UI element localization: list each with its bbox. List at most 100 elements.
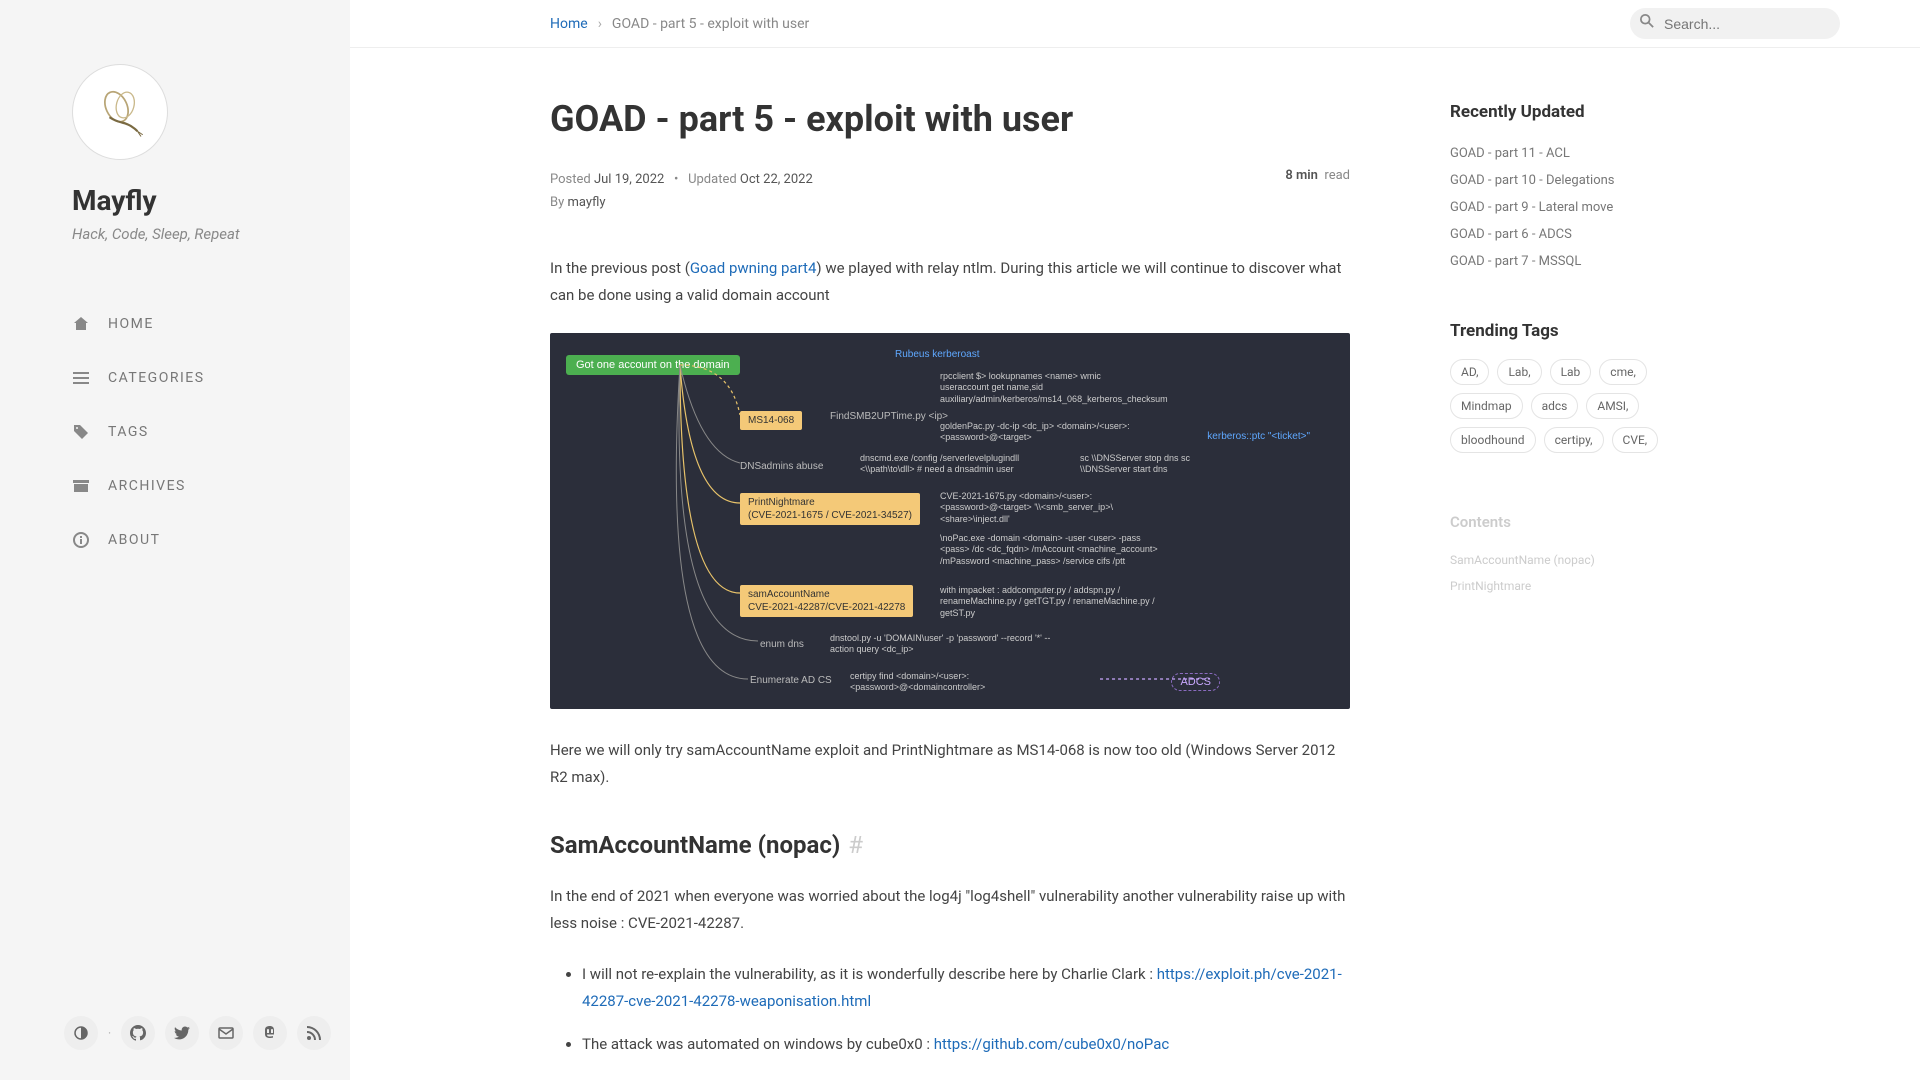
bullet-list: I will not re-explain the vulnerability,… [582, 961, 1350, 1080]
main-area: Home › GOAD - part 5 - exploit with user… [350, 0, 1920, 1080]
twitter-icon[interactable] [165, 1016, 199, 1050]
mm-adcs-tag: ADCS [1171, 673, 1220, 691]
site-title[interactable]: Mayfly [72, 184, 320, 217]
nav-categories[interactable]: CATEGORIES [72, 357, 320, 399]
goad-part4-link[interactable]: Goad pwning part4 [690, 259, 817, 277]
nav-label: CATEGORIES [108, 370, 205, 386]
read-unit: min [1296, 168, 1318, 183]
recent-link[interactable]: GOAD - part 6 - ADCS [1450, 221, 1710, 248]
mm-dnsadmins: DNSadmins abuse [740, 461, 823, 472]
tag-pill[interactable]: Lab, [1497, 359, 1541, 385]
updated-date: Oct 22, 2022 [740, 172, 813, 187]
mm-dnscmd: dnscmd.exe /config /serverlevelplugindll… [860, 453, 1050, 476]
list-item: The attack was automated on windows by c… [582, 1031, 1350, 1058]
page-title: GOAD - part 5 - exploit with user [550, 98, 1350, 140]
mindmap-figure: Got one account on the domain Rubeus ker… [550, 333, 1350, 709]
mm-node-printnightmare: PrintNightmare (CVE-2021-1675 / CVE-2021… [740, 493, 920, 525]
nav-home[interactable]: HOME [72, 303, 320, 345]
content-wrap: GOAD - part 5 - exploit with user Posted… [350, 48, 1920, 1080]
tag-pill[interactable]: certipy, [1544, 427, 1604, 453]
right-column: Recently Updated GOAD - part 11 - ACL GO… [1450, 98, 1710, 1080]
mastodon-icon[interactable] [253, 1016, 287, 1050]
mayfly-logo-icon [92, 84, 148, 140]
read-num: 8 [1285, 168, 1292, 183]
intro-paragraph: In the previous post (Goad pwning part4)… [550, 255, 1350, 309]
info-icon [72, 531, 90, 549]
search-box[interactable] [1630, 8, 1840, 39]
avatar[interactable] [72, 64, 168, 160]
updated-label: Updated [688, 172, 737, 187]
contents-heading: Contents [1450, 513, 1710, 531]
nopac-github-link[interactable]: https://github.com/cube0x0/noPac [934, 1035, 1169, 1053]
breadcrumb-separator: › [598, 16, 602, 32]
tag-icon [72, 423, 90, 441]
recent-link[interactable]: GOAD - part 10 - Delegations [1450, 167, 1710, 194]
mm-golden-cmd: goldenPac.py -dc-ip <dc_ip> <domain>/<us… [940, 421, 1150, 444]
trending-tags: AD, Lab, Lab cme, Mindmap adcs AMSI, blo… [1450, 359, 1710, 453]
article-meta: Posted Jul 19, 2022 • Updated Oct 22, 20… [550, 168, 1350, 215]
tag-pill[interactable]: cme, [1599, 359, 1647, 385]
tag-pill[interactable]: Lab [1550, 359, 1592, 385]
intro-before: In the previous post ( [550, 259, 690, 277]
list-item: And on linux by shutdown : https://www.t… [582, 1074, 1350, 1080]
archive-icon [72, 477, 90, 495]
mm-rubeus: Rubeus kerberoast [895, 349, 980, 360]
author-name: mayfly [568, 195, 606, 210]
topbar: Home › GOAD - part 5 - exploit with user [350, 0, 1920, 48]
mm-dnsstop: sc \\DNSServer stop dns sc \\DNSServer s… [1080, 453, 1220, 476]
mm-enumdns: enum dns [760, 639, 804, 650]
nav-label: HOME [108, 316, 154, 332]
nav-about[interactable]: ABOUT [72, 519, 320, 561]
recent-link[interactable]: GOAD - part 7 - MSSQL [1450, 248, 1710, 275]
nav-list: HOME CATEGORIES TAGS ARCHIVES ABOUT [72, 303, 320, 573]
toc-item[interactable]: SamAccountName (nopac) [1450, 547, 1710, 573]
mm-cve1675-cmd: CVE-2021-1675.py <domain>/<user>:<passwo… [940, 491, 1160, 526]
rss-icon[interactable] [297, 1016, 331, 1050]
nav-label: ABOUT [108, 532, 160, 548]
nav-tags[interactable]: TAGS [72, 411, 320, 453]
anchor-icon[interactable]: # [848, 831, 863, 859]
posted-label: Posted [550, 172, 591, 187]
section-heading-text: SamAccountName (nopac) [550, 831, 840, 859]
recently-updated-list: GOAD - part 11 - ACL GOAD - part 10 - De… [1450, 140, 1710, 275]
section1-para: In the end of 2021 when everyone was wor… [550, 883, 1350, 937]
mm-findsmb: FindSMB2UPTime.py <ip> [830, 411, 948, 422]
nav-archives[interactable]: ARCHIVES [72, 465, 320, 507]
tag-pill[interactable]: Mindmap [1450, 393, 1523, 419]
sidebar-footer: · [64, 1016, 331, 1050]
read-suffix: read [1324, 168, 1350, 183]
mm-node-samaccountname: samAccountName CVE-2021-42287/CVE-2021-4… [740, 585, 913, 617]
mm-certipy-cmd: certipy find <domain>/<user>:<password>@… [850, 671, 1080, 694]
by-label: By [550, 195, 564, 210]
footer-separator: · [108, 1026, 111, 1040]
tag-pill[interactable]: bloodhound [1450, 427, 1536, 453]
bullet-text: I will not re-explain the vulnerability,… [582, 965, 1157, 983]
home-icon [72, 315, 90, 333]
tag-pill[interactable]: adcs [1531, 393, 1579, 419]
search-input[interactable] [1664, 16, 1826, 32]
list-item: I will not re-explain the vulnerability,… [582, 961, 1350, 1015]
email-icon[interactable] [209, 1016, 243, 1050]
bullet-text: The attack was automated on windows by c… [582, 1035, 934, 1053]
mindmap-root-badge: Got one account on the domain [566, 355, 740, 375]
breadcrumb: Home › GOAD - part 5 - exploit with user [550, 16, 809, 32]
trending-tags-heading: Trending Tags [1450, 321, 1710, 341]
recently-updated-heading: Recently Updated [1450, 102, 1710, 122]
breadcrumb-home[interactable]: Home [550, 16, 588, 32]
nav-label: TAGS [108, 424, 149, 440]
recent-link[interactable]: GOAD - part 11 - ACL [1450, 140, 1710, 167]
table-of-contents: SamAccountName (nopac) PrintNightmare [1450, 547, 1710, 599]
article: GOAD - part 5 - exploit with user Posted… [550, 98, 1350, 1080]
toc-item[interactable]: PrintNightmare [1450, 573, 1710, 599]
tag-pill[interactable]: CVE, [1612, 427, 1659, 453]
theme-toggle-icon[interactable] [64, 1016, 98, 1050]
tag-pill[interactable]: AMSI, [1586, 393, 1639, 419]
mm-enumadcs: Enumerate AD CS [750, 675, 832, 686]
breadcrumb-current: GOAD - part 5 - exploit with user [612, 16, 809, 32]
mm-rpc-cmd: rpcclient $> lookupnames <name> wmic use… [940, 371, 1150, 406]
tag-pill[interactable]: AD, [1450, 359, 1489, 385]
recent-link[interactable]: GOAD - part 9 - Lateral move [1450, 194, 1710, 221]
sidebar: Mayfly Hack, Code, Sleep, Repeat HOME CA… [0, 0, 350, 1080]
para-2: Here we will only try samAccountName exp… [550, 737, 1350, 791]
github-icon[interactable] [121, 1016, 155, 1050]
